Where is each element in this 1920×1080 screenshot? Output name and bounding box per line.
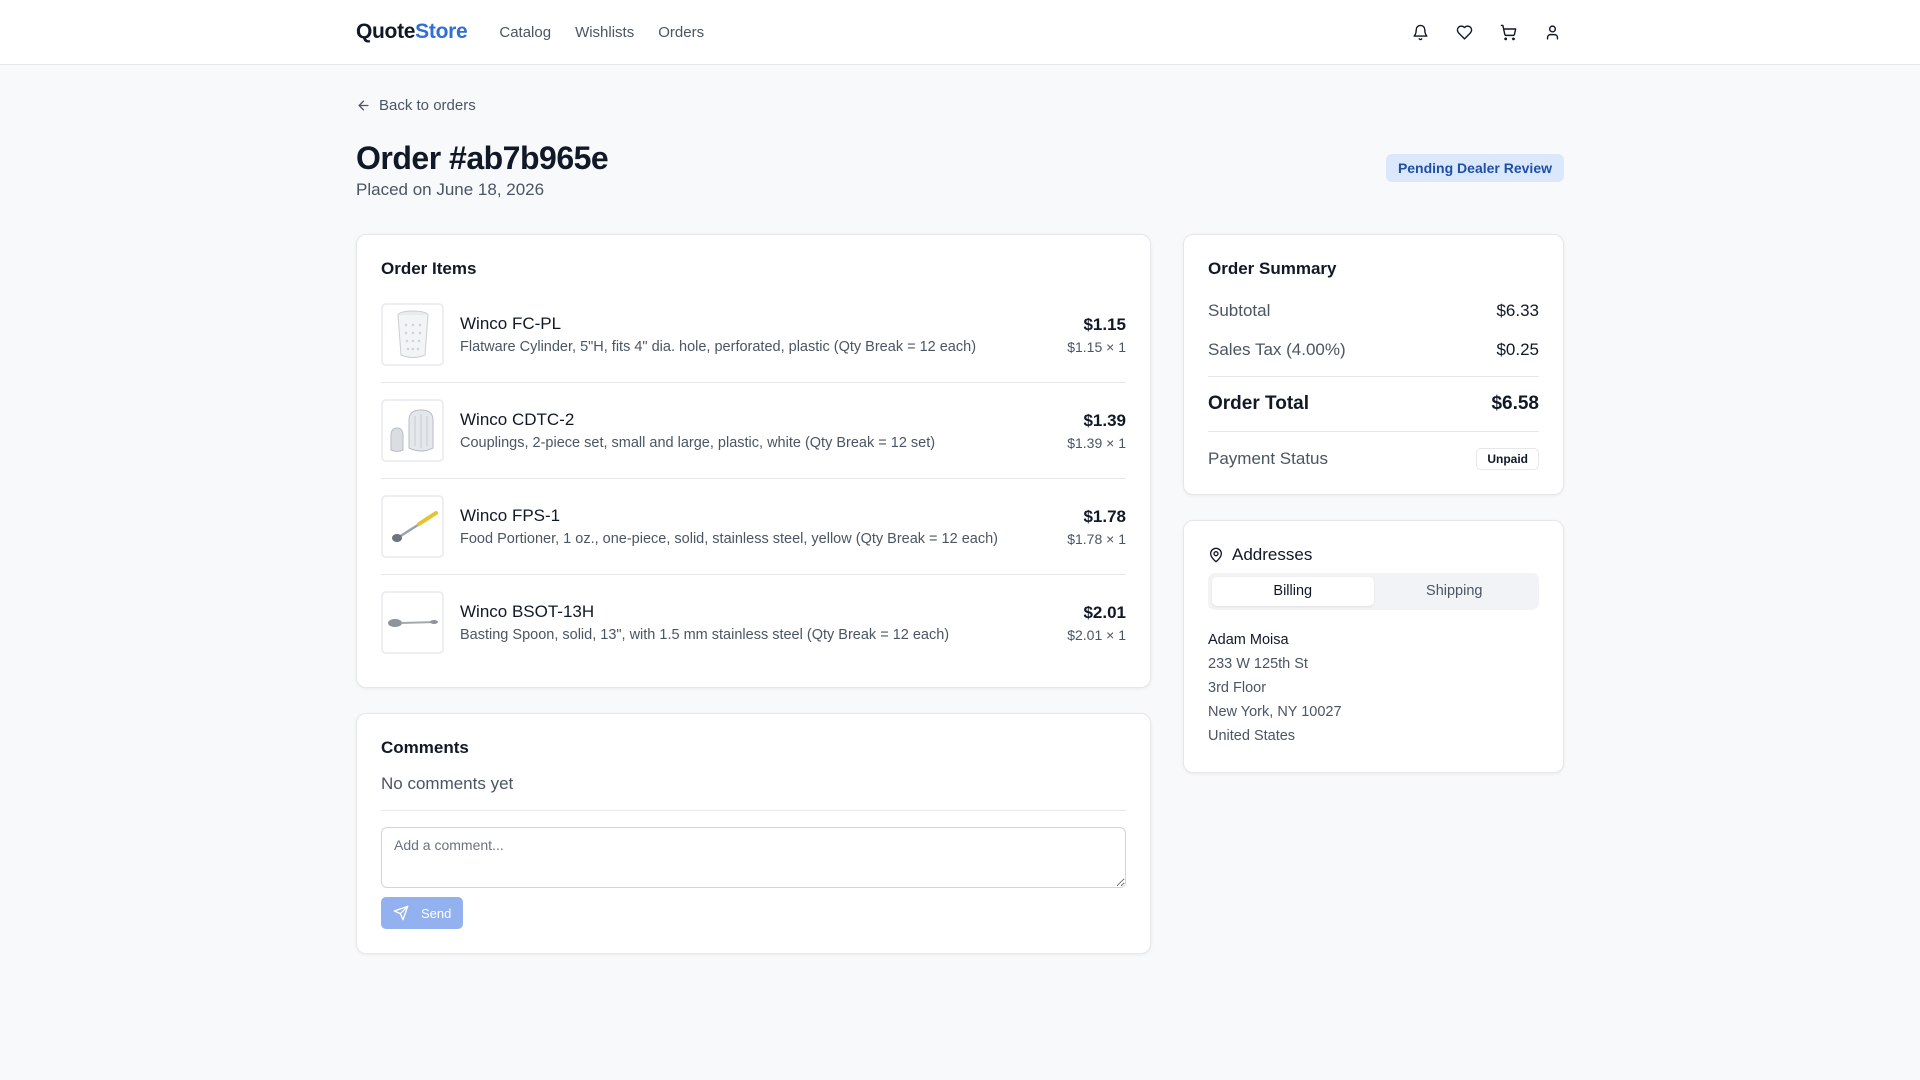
address-line-1: 233 W 125th St: [1208, 656, 1308, 672]
heart-icon[interactable]: [1452, 20, 1476, 44]
subtotal-label: Subtotal: [1208, 301, 1271, 320]
order-summary-title: Order Summary: [1208, 259, 1337, 278]
item-quantity: $1.15 × 1: [1067, 338, 1126, 355]
address-country: United States: [1208, 728, 1296, 744]
cart-icon[interactable]: [1496, 20, 1520, 44]
item-price: $1.39: [1083, 410, 1126, 430]
order-header: Order #ab7b965e Placed on June 18, 2026 …: [356, 140, 1564, 200]
product-thumbnail[interactable]: [381, 303, 444, 366]
order-items-card: Order Items Winco FC-PL Flatware Cylinde…: [356, 234, 1151, 688]
brand-logo-part-1: Quote: [356, 20, 416, 43]
basting-spoon-image: [387, 618, 438, 627]
item-description: Couplings, 2-piece set, small and large,…: [460, 435, 936, 451]
payment-status-row: Payment Status Unpaid: [1208, 448, 1539, 470]
divider: [1208, 376, 1539, 377]
send-label: Send: [421, 905, 452, 921]
item-name[interactable]: Winco BSOT-13H: [460, 602, 1067, 622]
order-placed-date: Placed on June 18, 2026: [356, 180, 545, 199]
header-actions: [1408, 20, 1564, 44]
order-items-list: Winco FC-PL Flatware Cylinder, 5"H, fits…: [381, 287, 1126, 654]
addresses-header: Addresses: [1208, 545, 1539, 565]
list-item: Winco CDTC-2 Couplings, 2-piece set, sma…: [381, 383, 1126, 479]
user-icon[interactable]: [1540, 20, 1564, 44]
item-quantity: $1.39 × 1: [1067, 434, 1126, 451]
addresses-card: Addresses Billing Shipping Adam Moisa 23…: [1183, 520, 1564, 773]
map-pin-icon: [1210, 547, 1222, 563]
item-name[interactable]: Winco CDTC-2: [460, 410, 1067, 430]
send-icon: [393, 905, 409, 921]
main-content: Back to orders Order #ab7b965e Placed on…: [356, 65, 1564, 979]
product-thumbnail[interactable]: [381, 495, 444, 558]
subtotal-row: Subtotal $6.33: [1208, 301, 1539, 321]
item-description: Basting Spoon, solid, 13", with 1.5 mm s…: [460, 627, 950, 643]
item-name[interactable]: Winco FPS-1: [460, 506, 1067, 526]
main-nav: Catalog Wishlists Orders: [499, 24, 704, 41]
nav-catalog[interactable]: Catalog: [499, 24, 551, 41]
list-item: Winco BSOT-13H Basting Spoon, solid, 13"…: [381, 575, 1126, 654]
right-column: Order Summary Subtotal $6.33 Sales Tax (…: [1183, 234, 1564, 798]
total-value: $6.58: [1491, 393, 1539, 414]
page-title: Order #ab7b965e: [356, 140, 609, 176]
order-detail-grid: Order Items Winco FC-PL Flatware Cylinde…: [356, 234, 1564, 979]
item-price: $2.01: [1083, 602, 1126, 622]
address-tabs: Billing Shipping: [1208, 573, 1539, 610]
nav-wishlists[interactable]: Wishlists: [575, 24, 634, 41]
bell-icon[interactable]: [1408, 20, 1432, 44]
item-price: $1.15: [1083, 314, 1126, 334]
send-comment-button[interactable]: Send: [381, 897, 464, 929]
tab-shipping[interactable]: Shipping: [1374, 577, 1536, 606]
order-summary-card: Order Summary Subtotal $6.33 Sales Tax (…: [1183, 234, 1564, 495]
product-thumbnail[interactable]: [381, 591, 444, 654]
brand-logo-part-2: Store: [415, 20, 468, 43]
item-description: Food Portioner, 1 oz., one-piece, solid,…: [460, 531, 998, 547]
payment-status-label: Payment Status: [1208, 449, 1329, 468]
list-item: Winco FPS-1 Food Portioner, 1 oz., one-p…: [381, 479, 1126, 575]
item-quantity: $2.01 × 1: [1067, 626, 1126, 643]
payment-status-badge: Unpaid: [1476, 448, 1539, 470]
back-to-orders-label: Back to orders: [379, 97, 476, 114]
product-thumbnail[interactable]: [381, 399, 444, 462]
tax-label: Sales Tax (4.00%): [1208, 340, 1346, 359]
item-name[interactable]: Winco FC-PL: [460, 314, 1067, 334]
total-label: Order Total: [1208, 393, 1309, 414]
nav-orders[interactable]: Orders: [658, 24, 704, 41]
total-row: Order Total $6.58: [1208, 393, 1539, 415]
tab-billing[interactable]: Billing: [1212, 577, 1374, 606]
item-description: Flatware Cylinder, 5"H, fits 4" dia. hol…: [460, 339, 977, 355]
arrow-left-icon: [358, 100, 369, 111]
comments-card: Comments No comments yet Send: [356, 713, 1151, 954]
addresses-title: Addresses: [1232, 545, 1313, 564]
comment-input[interactable]: [381, 827, 1126, 888]
top-navigation-bar: QuoteStore Catalog Wishlists Orders: [0, 0, 1920, 65]
address-block: Adam Moisa 233 W 125th St 3rd Floor New …: [1208, 628, 1539, 748]
address-name: Adam Moisa: [1208, 632, 1289, 648]
left-column: Order Items Winco FC-PL Flatware Cylinde…: [356, 234, 1151, 979]
item-quantity: $1.78 × 1: [1067, 530, 1126, 547]
order-items-title: Order Items: [381, 259, 477, 278]
food-portioner-image: [391, 510, 438, 542]
address-city: New York, NY 10027: [1208, 704, 1342, 720]
address-line-2: 3rd Floor: [1208, 680, 1267, 696]
list-item: Winco FC-PL Flatware Cylinder, 5"H, fits…: [381, 287, 1126, 383]
brand-logo[interactable]: QuoteStore: [356, 20, 468, 44]
back-to-orders-link[interactable]: Back to orders: [356, 97, 476, 114]
tax-value: $0.25: [1496, 340, 1539, 359]
tax-row: Sales Tax (4.00%) $0.25: [1208, 340, 1539, 360]
status-badge: Pending Dealer Review: [1385, 154, 1564, 182]
no-comments-message: No comments yet: [381, 774, 1126, 811]
comments-title: Comments: [381, 738, 469, 757]
couplings-image: [390, 408, 433, 452]
divider: [1208, 431, 1539, 432]
item-price: $1.78: [1083, 506, 1126, 526]
subtotal-value: $6.33: [1496, 301, 1539, 320]
flatware-cylinder-image: [397, 310, 428, 358]
